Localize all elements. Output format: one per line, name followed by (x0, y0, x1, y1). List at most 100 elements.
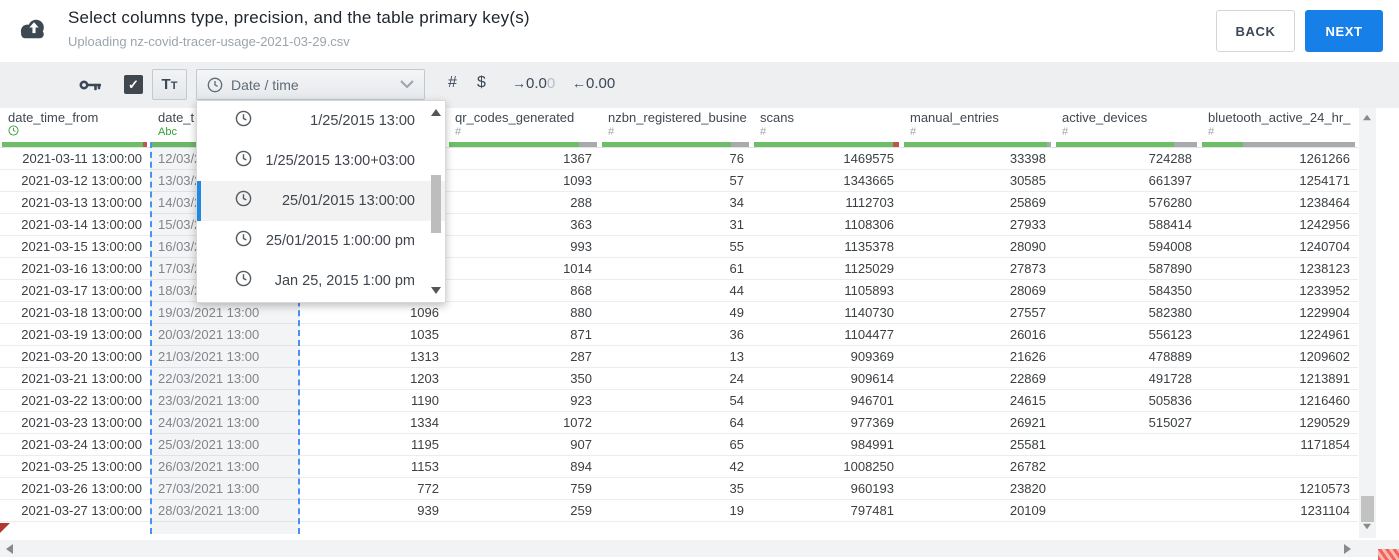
primary-key-icon[interactable] (79, 78, 101, 92)
table-cell: 1233952 (1299, 283, 1350, 298)
clock-icon (235, 110, 252, 132)
table-cell: 1290529 (1299, 415, 1350, 430)
decrease-decimals-button[interactable]: ←0.00 (572, 75, 615, 92)
scroll-down-icon[interactable] (1363, 523, 1371, 530)
table-cell: 797481 (850, 503, 894, 518)
upload-cloud-icon (20, 19, 44, 39)
table-cell: 1140730 (844, 305, 894, 320)
scroll-left-icon[interactable] (6, 544, 13, 554)
table-cell: 20/03/2021 13:00 (158, 327, 260, 342)
page-header: Select columns type, precision, and the … (0, 0, 1399, 62)
next-button[interactable]: NEXT (1305, 10, 1383, 52)
table-cell: 287 (570, 349, 592, 364)
table-cell (1200, 456, 1358, 477)
table-cell: 907 (570, 437, 592, 452)
row-marker-triangle-icon (0, 523, 10, 533)
table-cell: 2021-03-12 13:00:00 (21, 173, 142, 188)
table-cell: 26/03/2021 13:00 (158, 459, 260, 474)
table-cell: 24615 (1009, 393, 1046, 408)
table-cell: 1104477 (844, 327, 894, 342)
scroll-right-icon[interactable] (1344, 544, 1351, 554)
numeric-type-button[interactable]: # (448, 74, 457, 92)
vertical-scrollbar-thumb[interactable] (1361, 496, 1374, 522)
table-cell: 1261266 (1299, 151, 1350, 166)
table-row: 2021-03-19 13:00:00 20/03/2021 13:00 1035 8… (0, 324, 1358, 346)
table-cell: 25/03/2021 13:00 (158, 437, 260, 452)
column-header-active_devices[interactable]: active_devices # (1054, 108, 1200, 148)
table-cell: 27557 (1009, 305, 1046, 320)
table-cell: 1093 (563, 173, 592, 188)
table-row: 2021-03-27 13:00:00 28/03/2021 13:00 939 25… (0, 500, 1358, 522)
table-row: 2021-03-20 13:00:00 21/03/2021 13:00 1313 2… (0, 346, 1358, 368)
table-cell: 909369 (850, 349, 894, 364)
corner-resize-marker (1378, 549, 1399, 560)
table-cell: 22869 (1009, 371, 1046, 386)
table-cell: 22/03/2021 13:00 (158, 371, 260, 386)
include-column-checkbox[interactable]: ✓ (124, 75, 143, 94)
upload-wizard-window: Select columns type, precision, and the … (0, 0, 1399, 560)
column-name: scans (760, 110, 794, 125)
table-cell: 64 (729, 415, 744, 430)
table-row: 2021-03-25 13:00:00 26/03/2021 13:00 1153 8… (0, 456, 1358, 478)
table-cell: 894 (570, 459, 592, 474)
table-cell: 724288 (1148, 151, 1192, 166)
column-name: manual_entries (910, 110, 999, 125)
column-name: active_devices (1062, 110, 1148, 125)
horizontal-scrollbar[interactable] (0, 540, 1399, 557)
table-cell: 909614 (850, 371, 894, 386)
column-type-label: # (608, 126, 615, 138)
increase-decimals-button[interactable]: →0.00 (512, 75, 555, 92)
table-cell: 288 (570, 195, 592, 210)
column-header-date_time_from[interactable]: date_time_from (0, 108, 150, 148)
column-quality-bar (904, 142, 1051, 147)
dropdown-option[interactable]: 1/25/2015 13:00 (197, 101, 445, 141)
dropdown-option[interactable]: Jan 25, 2015 1:00 pm (197, 261, 445, 301)
table-cell: 1096 (410, 305, 439, 320)
table-cell: 1242956 (1299, 217, 1350, 232)
vertical-scrollbar[interactable] (1359, 108, 1376, 538)
column-header-qr_codes_generated[interactable]: qr_codes_generated # (447, 108, 600, 148)
dropdown-scrollbar[interactable] (430, 103, 443, 300)
table-row: 2021-03-18 13:00:00 19/03/2021 13:00 1096 8… (0, 302, 1358, 324)
table-row: 2021-03-23 13:00:00 24/03/2021 13:00 1334 1… (0, 412, 1358, 434)
table-cell: 2021-03-23 13:00:00 (21, 415, 142, 430)
table-cell: 984991 (850, 437, 894, 452)
table-cell: 28090 (1009, 239, 1046, 254)
table-cell: 1216460 (1299, 393, 1350, 408)
dropdown-option[interactable]: 25/01/2015 13:00:00 (197, 181, 445, 221)
text-type-button[interactable]: TT (152, 69, 187, 100)
column-header-nzbn_registered_busine[interactable]: nzbn_registered_busine # (600, 108, 752, 148)
scroll-down-icon[interactable] (431, 287, 441, 294)
table-cell: 1171854 (1300, 437, 1350, 452)
table-cell (1054, 478, 1200, 499)
column-type-label: # (910, 126, 917, 138)
column-header-bluetooth_active_24_hr_[interactable]: bluetooth_active_24_hr_ # (1200, 108, 1358, 148)
column-header-manual_entries[interactable]: manual_entries # (902, 108, 1054, 148)
table-cell: 2021-03-24 13:00:00 (21, 437, 142, 452)
table-cell: 1105893 (844, 283, 894, 298)
table-cell: 33398 (1009, 151, 1046, 166)
table-cell: 556123 (1148, 327, 1192, 342)
column-quality-bar (1056, 142, 1197, 147)
table-cell: 25869 (1009, 195, 1046, 210)
table-cell: 1313 (410, 349, 439, 364)
back-button[interactable]: BACK (1216, 10, 1295, 52)
table-cell: 30585 (1009, 173, 1046, 188)
dropdown-option[interactable]: 1/25/2015 13:00+03:00 (197, 141, 445, 181)
scroll-up-icon[interactable] (1363, 114, 1371, 121)
dropdown-option[interactable]: 25/01/2015 1:00:00 pm (197, 221, 445, 261)
table-cell: 31 (729, 217, 744, 232)
table-cell: 1035 (410, 327, 439, 342)
table-cell: 960193 (850, 481, 894, 496)
table-cell: 576280 (1148, 195, 1192, 210)
currency-type-button[interactable]: $ (477, 74, 486, 92)
scroll-up-icon[interactable] (431, 109, 441, 116)
quality-bar-segment (449, 142, 580, 147)
dropdown-scrollbar-thumb[interactable] (431, 175, 441, 233)
table-cell: 26782 (1009, 459, 1046, 474)
table-cell: 1112703 (845, 195, 894, 210)
column-header-scans[interactable]: scans # (752, 108, 902, 148)
datetime-format-select[interactable]: Date / time (196, 69, 425, 100)
table-cell: 1108306 (844, 217, 894, 232)
table-cell: 946701 (850, 393, 894, 408)
